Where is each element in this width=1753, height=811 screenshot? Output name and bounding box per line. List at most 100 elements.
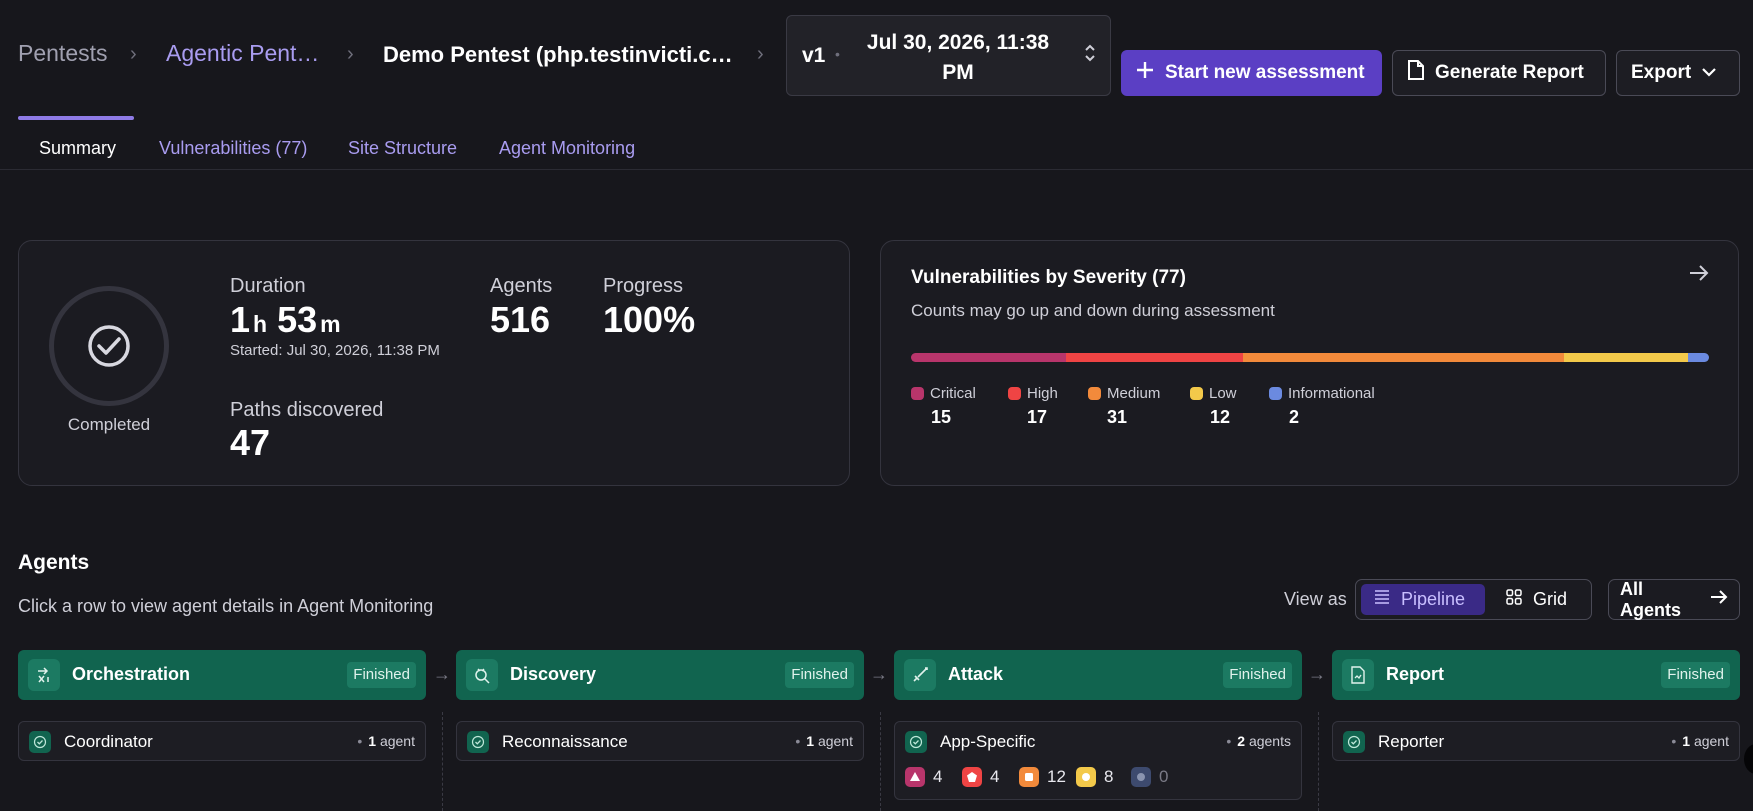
agents-section-subtitle: Click a row to view agent details in Age…	[18, 596, 434, 616]
status-label: Completed	[67, 415, 151, 434]
stage-name: Orchestration	[72, 664, 191, 684]
column-divider	[1318, 712, 1319, 811]
stage-discovery[interactable]: Discovery Finished	[456, 650, 864, 700]
arrow-right-icon	[1710, 589, 1728, 610]
version-selector[interactable]: v1 • Jul 30, 2026, 11:38 PM	[786, 15, 1111, 96]
severity-segment-high	[1066, 353, 1243, 362]
critical-severity-icon	[905, 767, 925, 787]
agent-row-reporter[interactable]: Reporter • 1 agent	[1332, 721, 1740, 761]
breadcrumb-current-pentest: Demo Pentest (php.testinvicti.c…	[383, 42, 733, 67]
agent-row-app-specific[interactable]: App-Specific • 2 agents 4 4 12 8 0	[894, 721, 1302, 800]
paths-discovered-value: 47	[230, 422, 271, 463]
count-medium: 31	[1107, 407, 1128, 427]
stage-name: Discovery	[510, 664, 597, 684]
version-label: v1	[802, 44, 826, 67]
breadcrumb-agentic-pentests[interactable]: Agentic Pent…	[166, 40, 319, 67]
count-informational: 2	[1289, 407, 1300, 427]
legend-informational: Informational	[1269, 385, 1375, 402]
stage-name: Report	[1386, 664, 1444, 684]
agent-count: • 1 agent	[357, 733, 415, 749]
check-circle-icon	[1343, 731, 1365, 753]
agent-name: Reporter	[1378, 732, 1445, 751]
attack-icon	[904, 659, 936, 691]
stage-status-badge: Finished	[347, 662, 416, 688]
stage-report[interactable]: Report Finished	[1332, 650, 1740, 700]
paths-discovered-label: Paths discovered	[230, 399, 384, 421]
low-severity-icon	[1076, 767, 1096, 787]
count-high: 17	[1027, 407, 1048, 427]
check-circle-icon	[467, 731, 489, 753]
progress-label: Progress	[603, 275, 684, 297]
severity-subtitle: Counts may go up and down during assessm…	[911, 301, 1275, 320]
agent-row-coordinator[interactable]: Coordinator • 1 agent	[18, 721, 426, 761]
arrow-right-icon: →	[1308, 664, 1326, 684]
breadcrumb-separator: ›	[757, 43, 764, 65]
started-timestamp: Started: Jul 30, 2026, 11:38 PM	[230, 342, 440, 359]
discovery-icon	[466, 659, 498, 691]
finding-low: 8	[1076, 767, 1113, 787]
agent-row-reconnaissance[interactable]: Reconnaissance • 1 agent	[456, 721, 864, 761]
export-button[interactable]: Export	[1616, 50, 1740, 96]
chevron-up-down-icon	[1084, 43, 1096, 64]
agent-name: Coordinator	[64, 732, 153, 751]
agents-value: 516	[490, 299, 551, 340]
breadcrumb-pentests[interactable]: Pentests	[18, 40, 108, 67]
arrow-right-icon: →	[433, 664, 451, 684]
orchestration-icon	[28, 659, 60, 691]
critical-swatch	[911, 387, 924, 400]
check-circle-icon	[29, 731, 51, 753]
finding-medium: 12	[1019, 767, 1066, 787]
high-severity-icon	[962, 767, 982, 787]
column-divider	[442, 712, 443, 811]
legend-medium: Medium	[1088, 385, 1160, 402]
vulnerabilities-by-severity-card[interactable]: Vulnerabilities by Severity (77) Counts …	[880, 240, 1739, 486]
tab-vulnerabilities[interactable]: Vulnerabilities (77)	[159, 138, 307, 159]
arrow-right-icon[interactable]	[1688, 263, 1710, 289]
generate-report-button[interactable]: Generate Report	[1392, 50, 1606, 96]
pipeline-view-option[interactable]: Pipeline	[1361, 584, 1485, 615]
stage-attack[interactable]: Attack Finished	[894, 650, 1302, 700]
finding-critical: 4	[905, 767, 942, 787]
severity-stacked-bar	[911, 353, 1709, 362]
duration-label: Duration	[230, 275, 306, 297]
grid-view-option[interactable]: Grid	[1493, 584, 1579, 615]
version-dot: •	[835, 46, 840, 62]
document-icon	[1407, 59, 1425, 87]
legend-critical: Critical	[911, 385, 976, 402]
completed-status-ring	[49, 286, 169, 406]
top-bar: Pentests › Agentic Pent… › Demo Pentest …	[0, 0, 1753, 112]
informational-swatch	[1269, 387, 1282, 400]
severity-title: Vulnerabilities by Severity (77)	[911, 267, 1186, 288]
plus-icon	[1135, 60, 1155, 86]
high-swatch	[1008, 387, 1021, 400]
stage-status-badge: Finished	[1223, 662, 1292, 688]
agent-count: • 1 agent	[795, 733, 853, 749]
legend-low: Low	[1190, 385, 1237, 402]
view-as-label: View as	[1284, 589, 1347, 609]
all-agents-button[interactable]: All Agents	[1608, 579, 1740, 620]
view-mode-toggle: Pipeline Grid	[1355, 579, 1592, 620]
tab-summary[interactable]: Summary	[39, 138, 116, 159]
finding-high: 4	[962, 767, 999, 787]
summary-card: Completed Duration 1 h 53 m Started: Jul 30…	[18, 240, 850, 486]
floating-help-button[interactable]	[1744, 744, 1753, 774]
grid-icon	[1505, 588, 1523, 611]
severity-segment-critical	[911, 353, 1067, 362]
severity-segment-medium	[1242, 353, 1564, 362]
tab-agent-monitoring[interactable]: Agent Monitoring	[499, 138, 635, 159]
tab-site-structure[interactable]: Site Structure	[348, 138, 457, 159]
duration-value: 1 h 53 m	[230, 299, 341, 340]
count-critical: 15	[931, 407, 952, 427]
breadcrumb-separator: ›	[130, 43, 137, 65]
severity-segment-informational	[1688, 353, 1709, 362]
start-new-assessment-button[interactable]: Start new assessment	[1121, 50, 1382, 96]
agents-section-title: Agents	[18, 551, 90, 574]
agent-count: • 1 agent	[1671, 733, 1729, 749]
stage-status-badge: Finished	[1661, 662, 1730, 688]
export-label: Export	[1631, 62, 1692, 83]
stage-orchestration[interactable]: Orchestration Finished	[18, 650, 426, 700]
stage-name: Attack	[948, 664, 1004, 684]
agent-name: Reconnaissance	[502, 732, 628, 751]
count-low: 12	[1210, 407, 1231, 427]
progress-value: 100%	[603, 299, 696, 340]
